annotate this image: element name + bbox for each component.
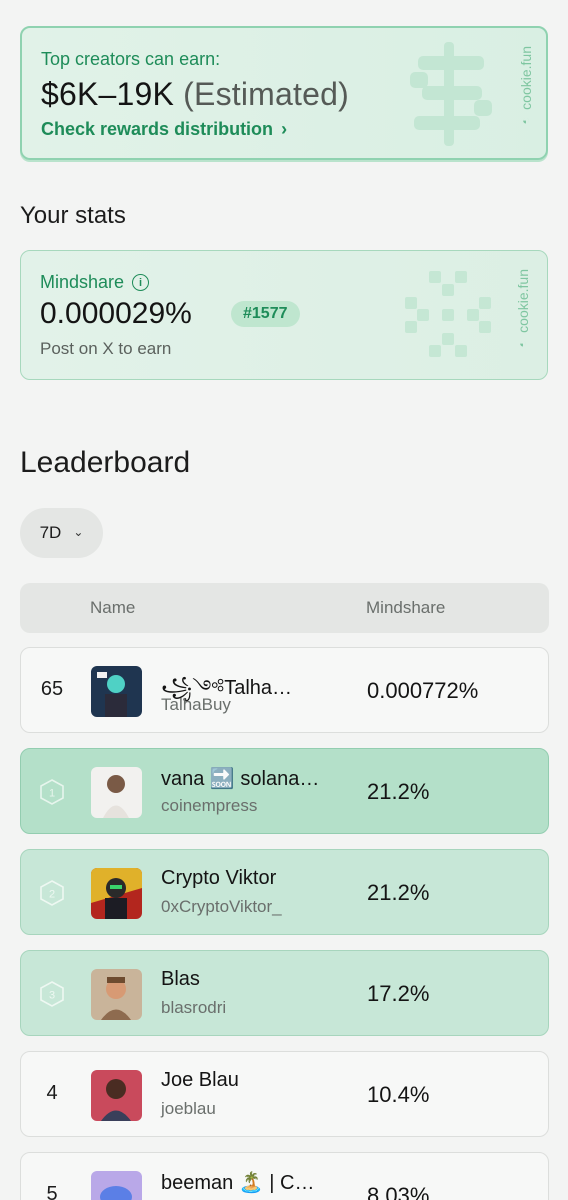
period-dropdown[interactable]: 7D ⌄: [20, 508, 103, 558]
row-name: vana 🔜 solana…: [161, 768, 320, 790]
row-name: Blas: [161, 968, 200, 990]
cookie-icon: ◔: [515, 336, 531, 352]
row-handle: coinempress: [161, 796, 258, 815]
row-rank: 4: [46, 1082, 58, 1104]
row-rank: 5: [46, 1183, 58, 1200]
mindshare-value: 0.000029%: [40, 297, 192, 330]
row-handle: 0xCryptoViktor_: [161, 897, 282, 916]
hexagon-icon: 1: [40, 779, 64, 805]
column-name[interactable]: Name: [90, 598, 135, 618]
avatar: [91, 1171, 142, 1200]
cookie-icon: ◔: [518, 113, 534, 129]
pixel-x-icon: [405, 271, 491, 357]
row-name: Crypto Viktor: [161, 867, 277, 889]
hexagon-icon: 2: [40, 880, 64, 906]
rewards-distribution-link[interactable]: Check rewards distribution ›: [41, 119, 287, 140]
rank-badge: #1577: [231, 301, 300, 327]
your-stats-title: Your stats: [20, 202, 126, 229]
table-row[interactable]: 2 Crypto Viktor 0xCryptoViktor_ 21.2%: [20, 849, 549, 935]
table-row[interactable]: 5 beeman 🏝️ | C… 8.03%: [20, 1152, 549, 1200]
row-mindshare: 0.000772%: [367, 678, 479, 703]
avatar: [91, 969, 142, 1020]
avatar: [91, 1070, 142, 1121]
rewards-link-label: Check rewards distribution: [41, 119, 274, 139]
row-rank: 3: [49, 990, 55, 1002]
row-handle: blasrodri: [161, 998, 227, 1017]
earnings-amount: $6K–19K (Estimated): [41, 76, 349, 113]
row-mindshare: 17.2%: [367, 981, 430, 1006]
leaderboard-header: Name Mindshare: [20, 583, 549, 633]
stats-subtitle: Post on X to earn: [40, 339, 172, 358]
table-row[interactable]: 4 Joe Blau joeblau 10.4%: [20, 1051, 549, 1137]
row-rank: 65: [40, 678, 64, 700]
info-icon[interactable]: i: [132, 274, 150, 291]
row-mindshare: 8.03%: [367, 1183, 430, 1200]
mindshare-label-text: Mindshare: [40, 272, 125, 292]
avatar: [91, 666, 142, 717]
earnings-estimated: (Estimated): [183, 76, 349, 112]
brand-text: cookie.fun: [518, 46, 534, 110]
avatar: [91, 767, 142, 818]
row-mindshare: 21.2%: [367, 779, 430, 804]
row-rank: 1: [49, 788, 55, 800]
row-name: Joe Blau: [161, 1069, 239, 1091]
row-mindshare: 21.2%: [367, 880, 430, 905]
row-rank: 2: [49, 889, 55, 901]
table-row[interactable]: 3 Blas blasrodri 17.2%: [20, 950, 549, 1036]
avatar: [91, 868, 142, 919]
period-value: 7D: [39, 523, 62, 542]
brand-text: cookie.fun: [515, 269, 531, 333]
leaderboard-title: Leaderboard: [20, 446, 191, 479]
dollar-sign-icon: [410, 42, 492, 146]
hexagon-icon: 3: [40, 981, 64, 1007]
brand-watermark: ◔ cookie.fun: [515, 269, 531, 352]
earnings-range: $6K–19K: [41, 76, 175, 112]
stats-card: Mindshare i 0.000029% #1577 Post on X to…: [20, 250, 548, 380]
row-handle: joeblau: [161, 1099, 216, 1118]
mindshare-label: Mindshare i: [40, 272, 150, 293]
row-name: beeman 🏝️ | C…: [161, 1172, 315, 1194]
earnings-card[interactable]: Top creators can earn: $6K–19K (Estimate…: [20, 26, 548, 160]
row-handle: TalhaBuy: [161, 695, 231, 714]
earnings-label: Top creators can earn:: [41, 49, 221, 69]
chevron-right-icon: ›: [281, 119, 288, 139]
brand-watermark: ◔ cookie.fun: [518, 46, 534, 129]
column-mindshare[interactable]: Mindshare: [366, 598, 445, 618]
chevron-down-icon: ⌄: [73, 525, 84, 539]
table-row[interactable]: 1 vana 🔜 solana… coinempress 21.2%: [20, 748, 549, 834]
row-mindshare: 10.4%: [367, 1082, 430, 1107]
my-leaderboard-row[interactable]: 65 ꧁༺Talha… TalhaBuy 0.000772%: [20, 647, 549, 733]
